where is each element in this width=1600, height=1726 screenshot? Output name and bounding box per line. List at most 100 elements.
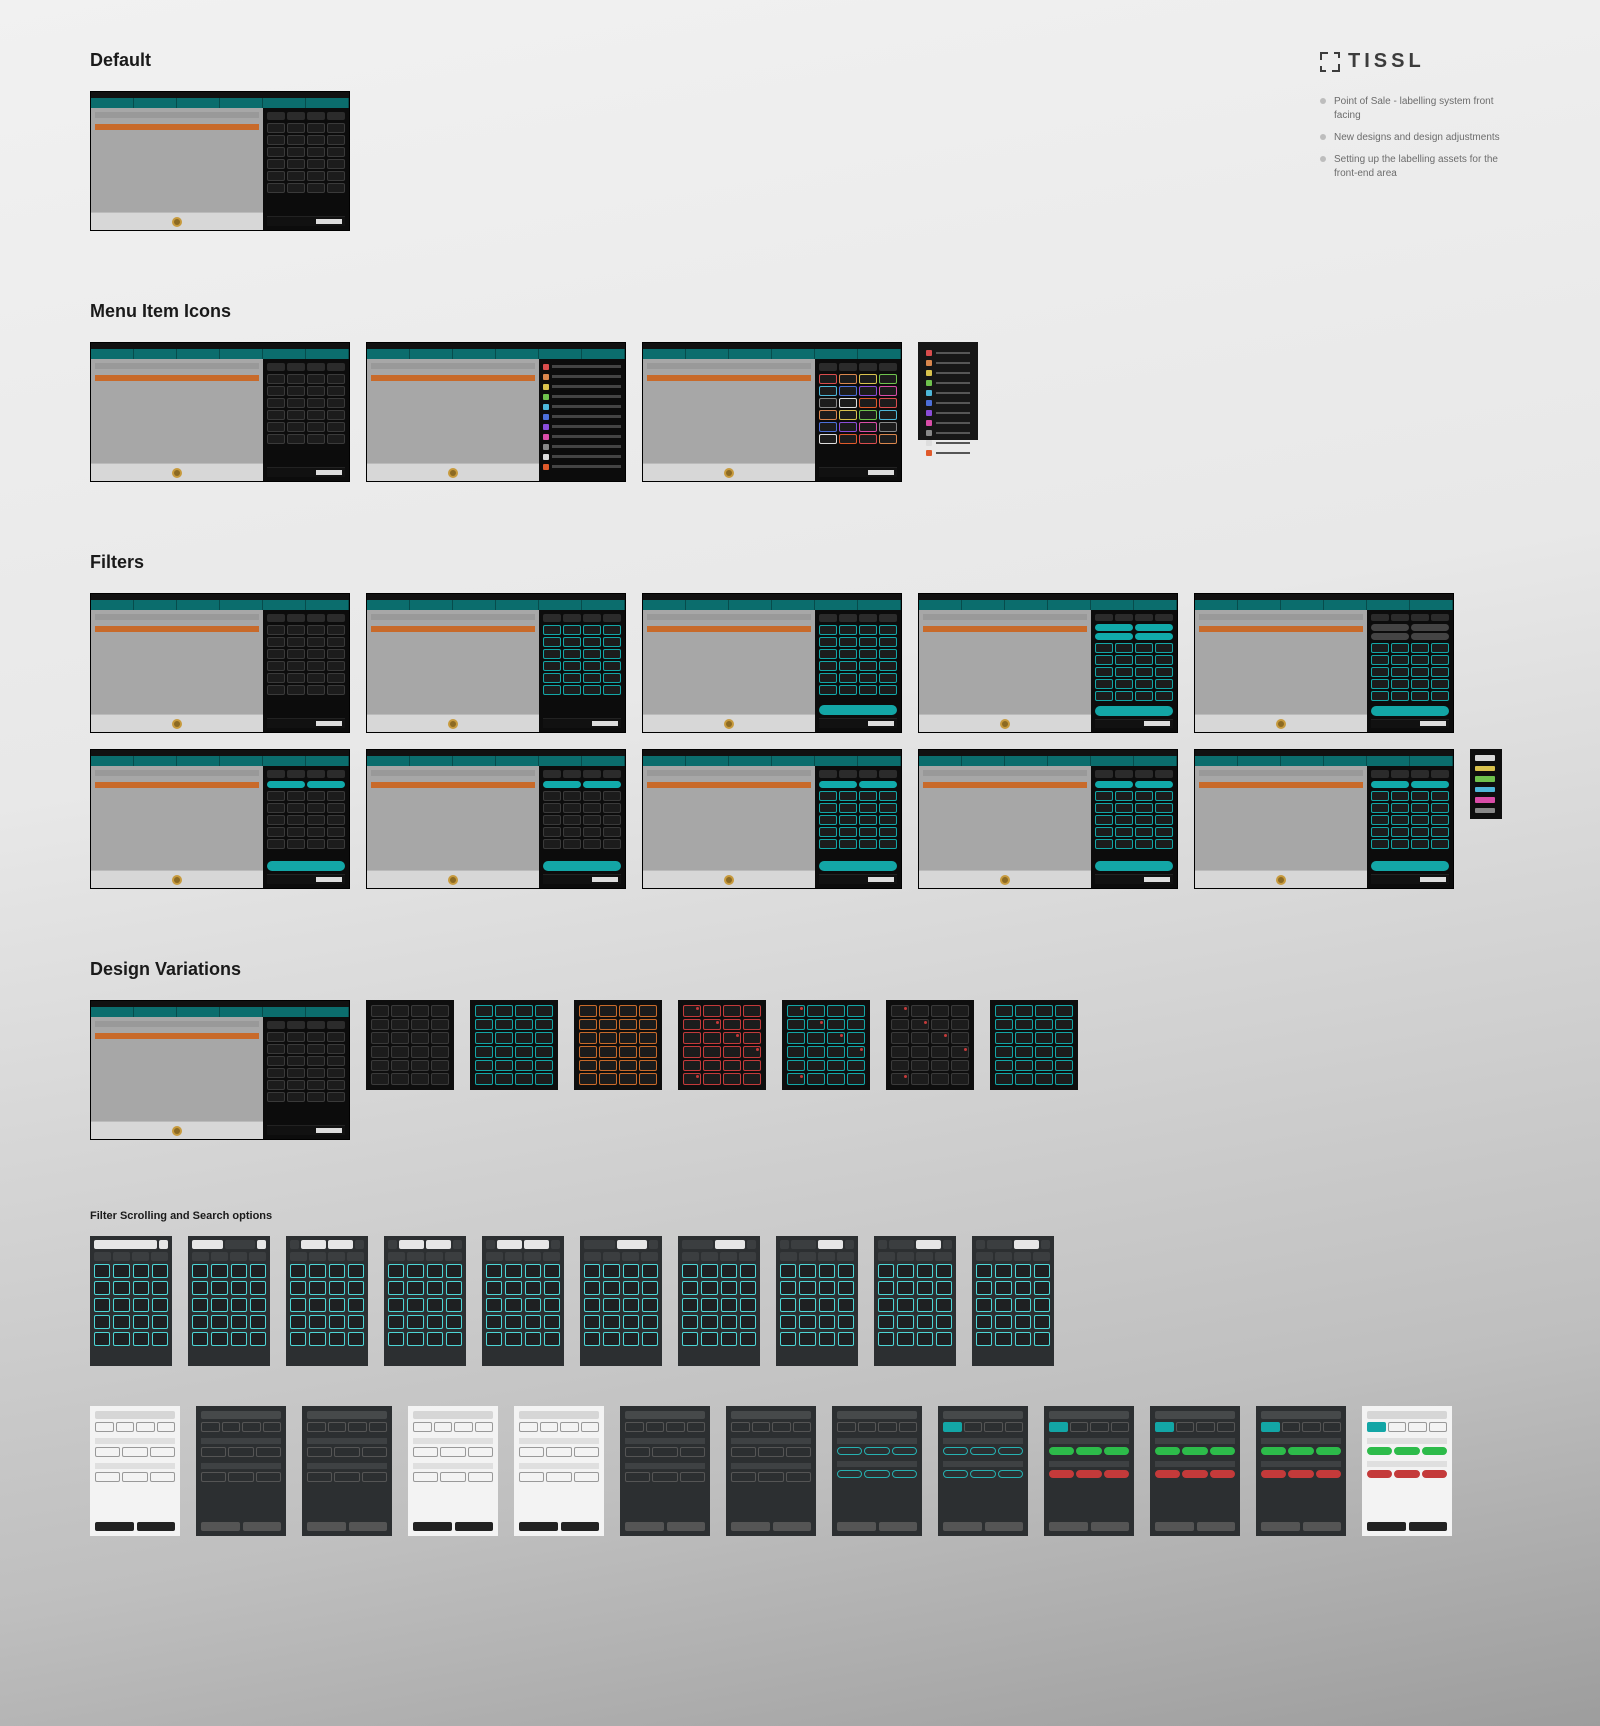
dialog-footer[interactable] (413, 1522, 493, 1531)
keypad-grid[interactable] (819, 625, 897, 700)
filter-scroll-panel[interactable] (580, 1236, 662, 1366)
item-grid[interactable] (94, 1264, 168, 1362)
stage-area[interactable] (367, 359, 539, 481)
done-button[interactable] (1371, 706, 1449, 715)
pos-screen[interactable] (642, 749, 902, 889)
toolbar[interactable] (878, 1240, 952, 1249)
category-row[interactable] (519, 1422, 599, 1432)
filter-scroll-panel[interactable] (972, 1236, 1054, 1366)
done-button[interactable] (819, 861, 897, 871)
handle-icon[interactable] (172, 1126, 182, 1136)
stage-area[interactable] (1195, 610, 1367, 732)
handle-icon[interactable] (1276, 719, 1286, 729)
stage-area[interactable] (91, 359, 263, 481)
filter-scroll-panel[interactable] (384, 1236, 466, 1366)
pos-screen[interactable] (90, 749, 350, 889)
category-row[interactable] (625, 1422, 705, 1432)
cancel-button[interactable] (943, 1522, 982, 1531)
filter-pills[interactable] (819, 781, 897, 788)
handle-icon[interactable] (448, 719, 458, 729)
filter-dialog-panel[interactable] (90, 1406, 180, 1536)
done-button[interactable] (1095, 861, 1173, 871)
cancel-button[interactable] (731, 1522, 770, 1531)
apply-button[interactable] (243, 1522, 282, 1531)
keypad-grid[interactable] (1095, 643, 1173, 701)
handle-icon[interactable] (724, 468, 734, 478)
pos-screen-default[interactable] (90, 91, 350, 231)
toolbar[interactable] (94, 1240, 168, 1249)
stage-area[interactable] (643, 766, 815, 888)
pos-screen[interactable] (642, 342, 902, 482)
stage-area[interactable] (367, 610, 539, 732)
filter-dialog-panel[interactable] (832, 1406, 922, 1536)
done-button[interactable] (1371, 861, 1449, 871)
design-variation-tile[interactable] (782, 1000, 870, 1090)
keypad-grid[interactable] (267, 791, 345, 856)
apply-button[interactable] (561, 1522, 600, 1531)
keypad-grid[interactable] (543, 625, 621, 715)
keypad-grid[interactable] (267, 625, 345, 715)
legend-item[interactable] (543, 443, 621, 450)
filter-scroll-panel[interactable] (188, 1236, 270, 1366)
toolbar[interactable] (388, 1240, 462, 1249)
pos-screen[interactable] (918, 749, 1178, 889)
stage-area[interactable] (91, 108, 263, 230)
filter-dialog-panel[interactable] (1044, 1406, 1134, 1536)
filter-scroll-panel[interactable] (874, 1236, 956, 1366)
legend-item[interactable] (543, 423, 621, 430)
pos-screen[interactable] (366, 593, 626, 733)
category-row[interactable] (95, 1422, 175, 1432)
dialog-footer[interactable] (731, 1522, 811, 1531)
dialog-footer[interactable] (1367, 1522, 1447, 1531)
pos-screen[interactable] (90, 593, 350, 733)
done-button[interactable] (1095, 706, 1173, 715)
filter-dialog-panel[interactable] (938, 1406, 1028, 1536)
stage-area[interactable] (643, 610, 815, 732)
stage-area[interactable] (91, 766, 263, 888)
category-row[interactable] (413, 1422, 493, 1432)
filter-dialog-panel[interactable] (1256, 1406, 1346, 1536)
apply-button[interactable] (1091, 1522, 1130, 1531)
apply-button[interactable] (1303, 1522, 1342, 1531)
category-row[interactable] (1049, 1422, 1129, 1432)
item-grid[interactable] (878, 1264, 952, 1362)
pos-screen[interactable] (366, 342, 626, 482)
filter-dialog-panel[interactable] (408, 1406, 498, 1536)
apply-button[interactable] (667, 1522, 706, 1531)
filter-dialog-panel[interactable] (1362, 1406, 1452, 1536)
category-row[interactable] (1367, 1422, 1447, 1432)
done-button[interactable] (543, 861, 621, 871)
toolbar[interactable] (290, 1240, 364, 1249)
apply-button[interactable] (1409, 1522, 1448, 1531)
done-button[interactable] (819, 705, 897, 715)
handle-icon[interactable] (448, 468, 458, 478)
pos-screen[interactable] (90, 342, 350, 482)
keypad-grid[interactable] (267, 1032, 345, 1122)
keypad-grid[interactable] (1095, 791, 1173, 856)
handle-icon[interactable] (724, 875, 734, 885)
design-variation-tile[interactable] (678, 1000, 766, 1090)
cancel-button[interactable] (413, 1522, 452, 1531)
pos-screen[interactable] (366, 749, 626, 889)
filter-pills[interactable] (267, 781, 345, 788)
legend-item[interactable] (543, 453, 621, 460)
dialog-footer[interactable] (1049, 1522, 1129, 1531)
handle-icon[interactable] (1000, 875, 1010, 885)
keypad-grid[interactable] (1371, 791, 1449, 856)
filter-pills[interactable] (1095, 781, 1173, 788)
stage-area[interactable] (91, 610, 263, 732)
cancel-button[interactable] (95, 1522, 134, 1531)
filter-scroll-panel[interactable] (90, 1236, 172, 1366)
toolbar[interactable] (976, 1240, 1050, 1249)
apply-button[interactable] (985, 1522, 1024, 1531)
dialog-footer[interactable] (837, 1522, 917, 1531)
handle-icon[interactable] (172, 875, 182, 885)
design-variation-tile[interactable] (886, 1000, 974, 1090)
handle-icon[interactable] (172, 217, 182, 227)
cancel-button[interactable] (201, 1522, 240, 1531)
filter-pills[interactable] (1371, 624, 1449, 640)
category-row[interactable] (307, 1422, 387, 1432)
keypad-grid[interactable] (267, 123, 345, 213)
item-grid[interactable] (486, 1264, 560, 1362)
pos-screen[interactable] (918, 593, 1178, 733)
